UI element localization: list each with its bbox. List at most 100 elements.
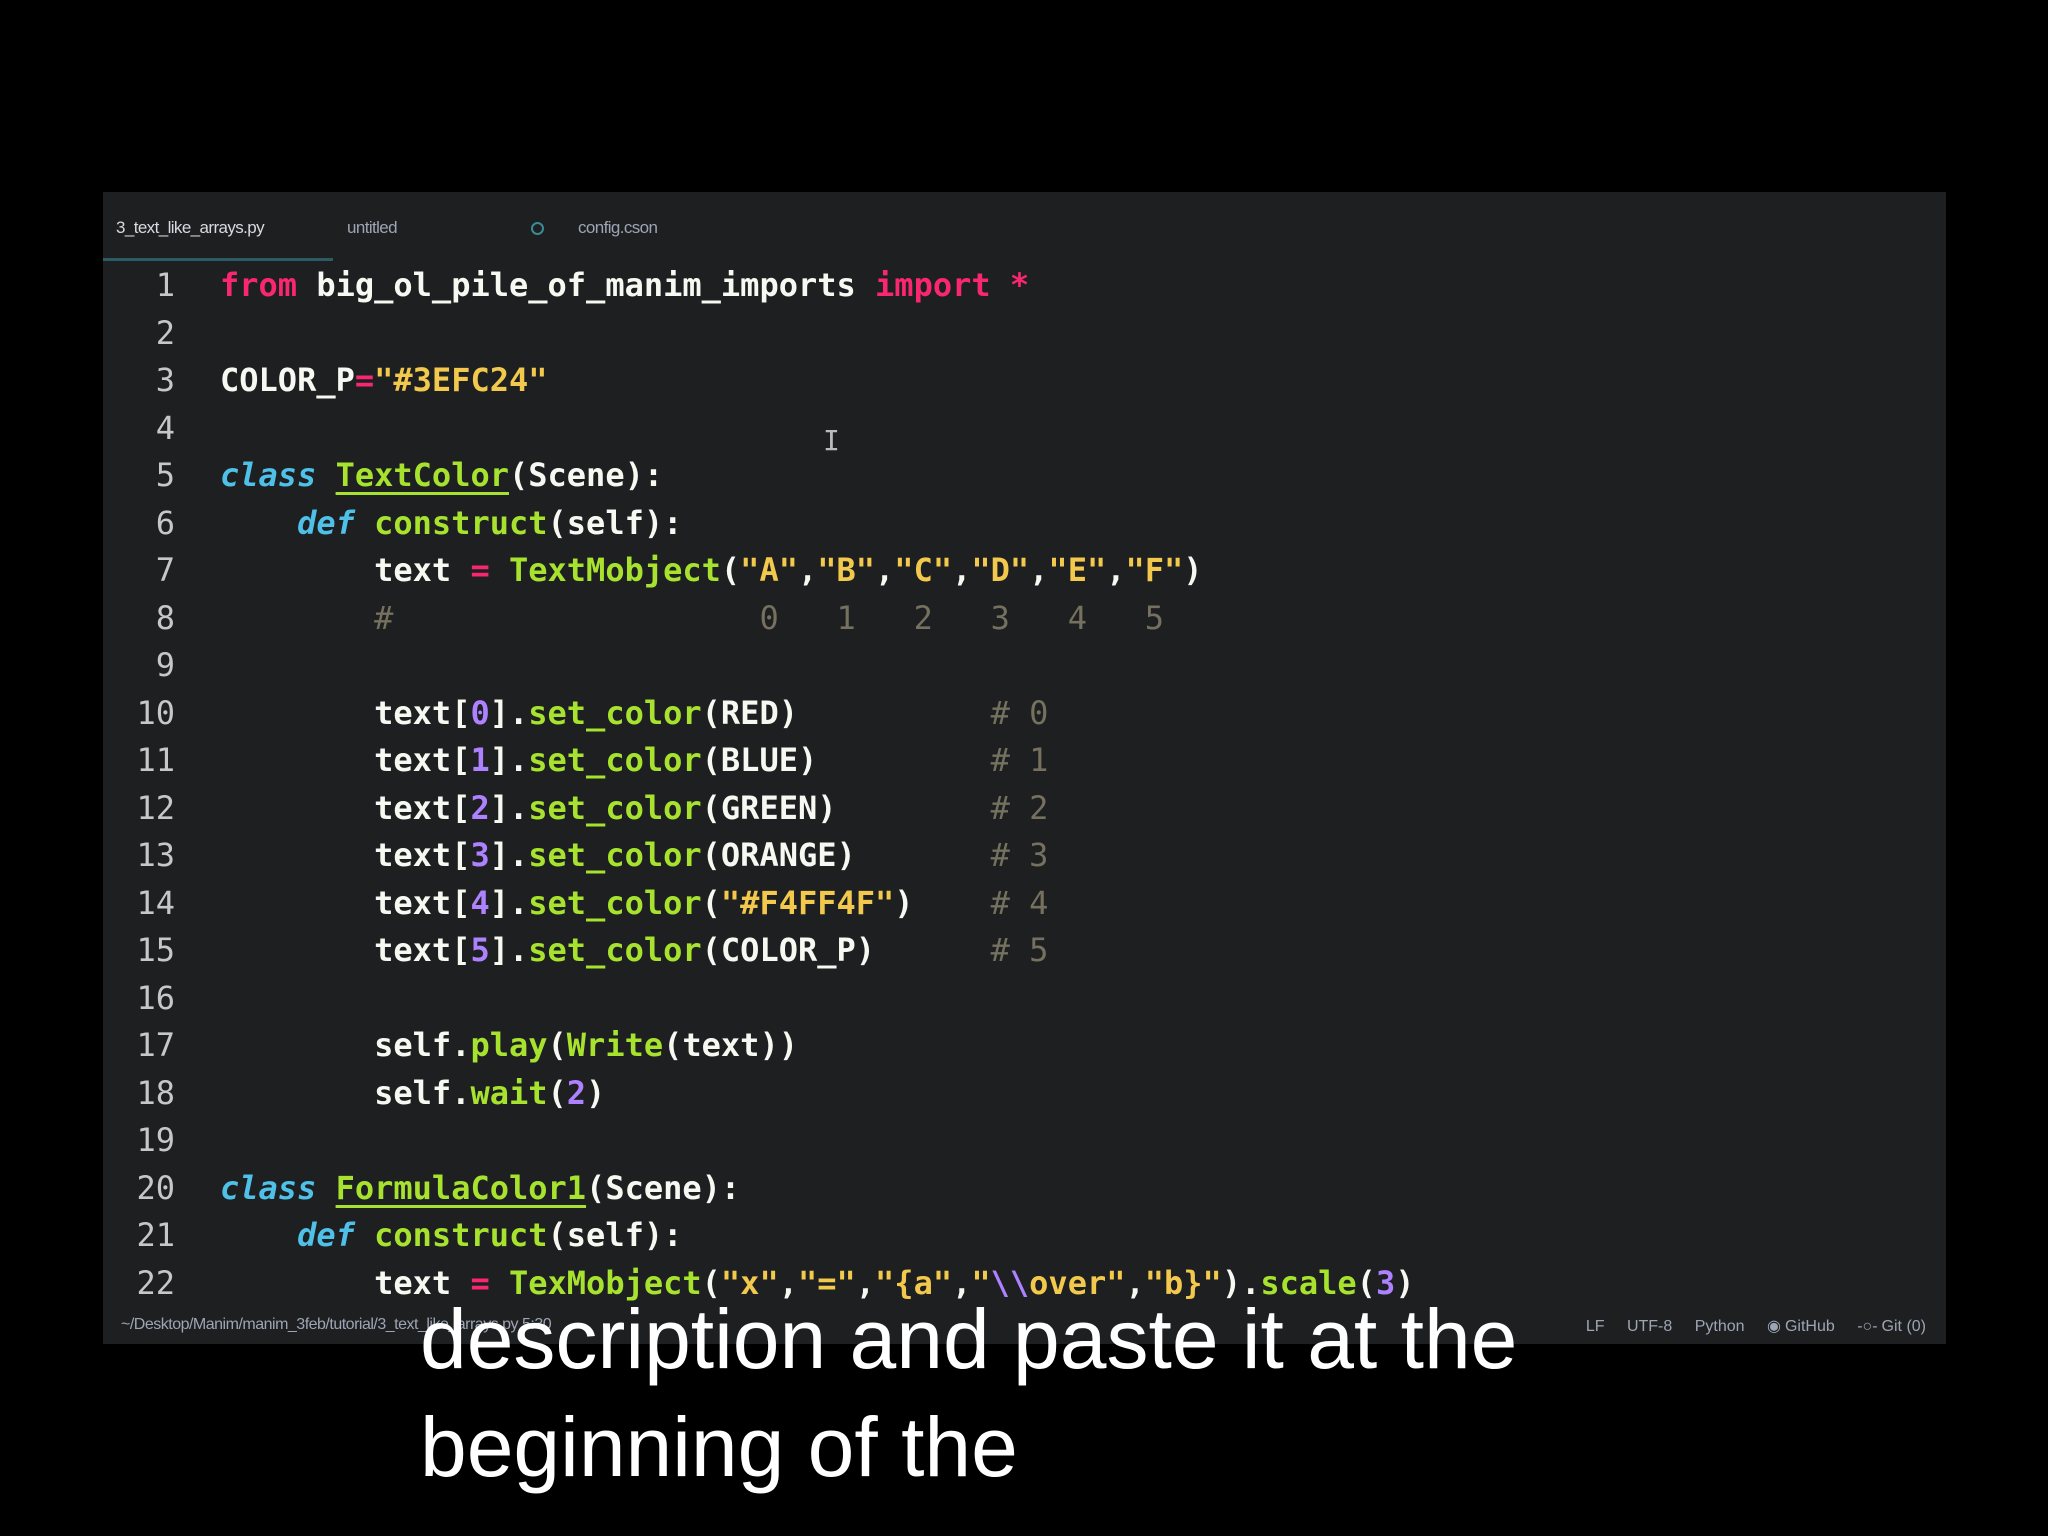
code-token-fn: set_color <box>528 693 702 732</box>
line-number[interactable]: 14 <box>103 880 175 927</box>
line-number[interactable]: 21 <box>103 1212 175 1259</box>
status-github[interactable]: ◉ GitHub <box>1767 1318 1835 1335</box>
line-number[interactable]: 4 <box>103 405 175 452</box>
code-line[interactable]: 11 text[1].set_color(BLUE) # 1 <box>103 737 1946 784</box>
code-line[interactable]: 8 # 0 1 2 3 4 5 <box>103 595 1946 642</box>
github-icon: ◉ <box>1767 1318 1781 1335</box>
line-source: text[1].set_color(BLUE) # 1 <box>220 737 1048 784</box>
code-line[interactable]: 14 text[4].set_color("#F4FF4F") # 4 <box>103 880 1946 927</box>
line-number[interactable]: 19 <box>103 1117 175 1164</box>
code-token-plain: (ORANGE) <box>701 836 991 874</box>
line-number[interactable]: 2 <box>103 310 175 357</box>
code-token-fn: Write <box>566 1026 664 1064</box>
line-number[interactable]: 10 <box>103 690 175 737</box>
code-line[interactable]: 7 text = TextMobject("A","B","C","D","E"… <box>103 547 1946 594</box>
line-source: text[4].set_color("#F4FF4F") # 4 <box>220 880 1048 927</box>
code-token-num: 0 <box>470 693 490 732</box>
status-git[interactable]: -○- Git (0) <box>1857 1318 1926 1335</box>
code-token-def: def <box>297 1216 355 1254</box>
code-line[interactable]: 18 self.wait(2) <box>103 1070 1946 1117</box>
line-source: text[0].set_color(RED) # 0 <box>220 690 1048 737</box>
code-line[interactable]: 19 <box>103 1117 1946 1164</box>
line-source: def construct(self): <box>220 500 682 547</box>
code-token-str: "B" <box>817 551 876 589</box>
line-source: text = TextMobject("A","B","C","D","E","… <box>220 547 1202 594</box>
code-line[interactable]: 16 <box>103 975 1946 1022</box>
code-token-plain: text[ <box>220 883 471 922</box>
tab-config-cson[interactable]: config.cson <box>578 218 658 254</box>
line-number[interactable]: 5 <box>103 452 175 499</box>
code-token-cm: # 4 <box>990 883 1049 922</box>
code-line[interactable]: 6 def construct(self): <box>103 500 1946 547</box>
code-token-fn: set_color <box>528 741 702 779</box>
code-token-cls: FormulaColor1 <box>335 1168 587 1207</box>
code-token-kw: from <box>220 266 298 304</box>
code-token-str: "C" <box>894 551 953 589</box>
code-token-plain: (text)) <box>663 1026 798 1064</box>
code-token-def: class <box>220 456 317 494</box>
code-line[interactable]: 2 <box>103 310 1946 357</box>
line-number[interactable]: 12 <box>103 785 175 832</box>
code-token-plain: ]. <box>489 931 529 969</box>
code-line[interactable]: 15 text[5].set_color(COLOR_P) # 5 <box>103 927 1946 974</box>
code-token-fn: construct <box>374 503 548 542</box>
line-number[interactable]: 16 <box>103 975 175 1022</box>
code-area[interactable]: 1 from big_ol_pile_of_manim_imports impor… <box>103 262 1946 1304</box>
code-token-plain: self. <box>220 1073 471 1112</box>
line-source: self.play(Write(text)) <box>220 1022 798 1069</box>
subtitle-line-2: beginning of the <box>420 1400 1018 1494</box>
line-number[interactable]: 13 <box>103 832 175 879</box>
line-number[interactable]: 11 <box>103 737 175 784</box>
code-token-plain: , <box>1029 551 1049 589</box>
code-line[interactable]: 21 def construct(self): <box>103 1212 1946 1259</box>
code-token-kw: * <box>1009 266 1030 304</box>
line-number[interactable]: 7 <box>103 547 175 594</box>
line-source: text[2].set_color(GREEN) # 2 <box>220 785 1048 832</box>
code-token-fn: set_color <box>528 788 702 827</box>
line-number[interactable]: 22 <box>103 1260 175 1307</box>
code-line[interactable]: 3 COLOR_P="#3EFC24" <box>103 357 1946 404</box>
code-line[interactable]: 10 text[0].set_color(RED) # 0 <box>103 690 1946 737</box>
line-number[interactable]: 1 <box>103 262 175 309</box>
line-number[interactable]: 8 <box>103 595 175 642</box>
line-number[interactable]: 20 <box>103 1165 175 1212</box>
code-line[interactable]: 9 <box>103 642 1946 689</box>
code-token-plain: (BLUE) <box>701 741 991 779</box>
code-line[interactable]: 12 text[2].set_color(GREEN) # 2 <box>103 785 1946 832</box>
line-source: class FormulaColor1(Scene): <box>220 1165 740 1212</box>
line-number[interactable]: 3 <box>103 357 175 404</box>
code-line[interactable]: 1 from big_ol_pile_of_manim_imports impor… <box>103 262 1946 309</box>
code-token-fn: play <box>470 1026 548 1064</box>
code-token-fn: construct <box>374 1216 548 1254</box>
code-token-plain: (GREEN) <box>701 788 991 827</box>
line-number[interactable]: 17 <box>103 1022 175 1069</box>
code-token-cm: # 0 <box>990 693 1049 732</box>
line-number[interactable]: 9 <box>103 642 175 689</box>
code-token-plain: ]. <box>489 788 529 827</box>
code-token-fn: set_color <box>528 931 702 969</box>
tab-3-text-like-arrays[interactable]: 3_text_like_arrays.py <box>116 218 265 254</box>
code-token-str: "#F4FF4F" <box>720 883 895 922</box>
code-token-plain: text[ <box>220 693 471 732</box>
code-token-plain: text[ <box>220 931 471 969</box>
line-number[interactable]: 18 <box>103 1070 175 1117</box>
code-token-str: "D" <box>971 551 1030 589</box>
line-number[interactable]: 15 <box>103 927 175 974</box>
line-number[interactable]: 6 <box>103 500 175 547</box>
code-token-fn: TextMobject <box>508 551 721 589</box>
tab-untitled[interactable]: untitled <box>347 218 398 254</box>
code-token-fn: set_color <box>528 883 702 922</box>
code-line[interactable]: 5 class TextColor(Scene): <box>103 452 1946 499</box>
code-line[interactable]: 4 <box>103 405 1946 452</box>
code-line[interactable]: 20 class FormulaColor1(Scene): <box>103 1165 1946 1212</box>
code-token-plain: ( <box>701 883 721 922</box>
code-line[interactable]: 13 text[3].set_color(ORANGE) # 3 <box>103 832 1946 879</box>
line-source: def construct(self): <box>220 1212 682 1259</box>
code-token-plain: ]. <box>489 883 529 922</box>
code-token-plain: (RED) <box>701 693 991 732</box>
code-line[interactable]: 17 self.play(Write(text)) <box>103 1022 1946 1069</box>
